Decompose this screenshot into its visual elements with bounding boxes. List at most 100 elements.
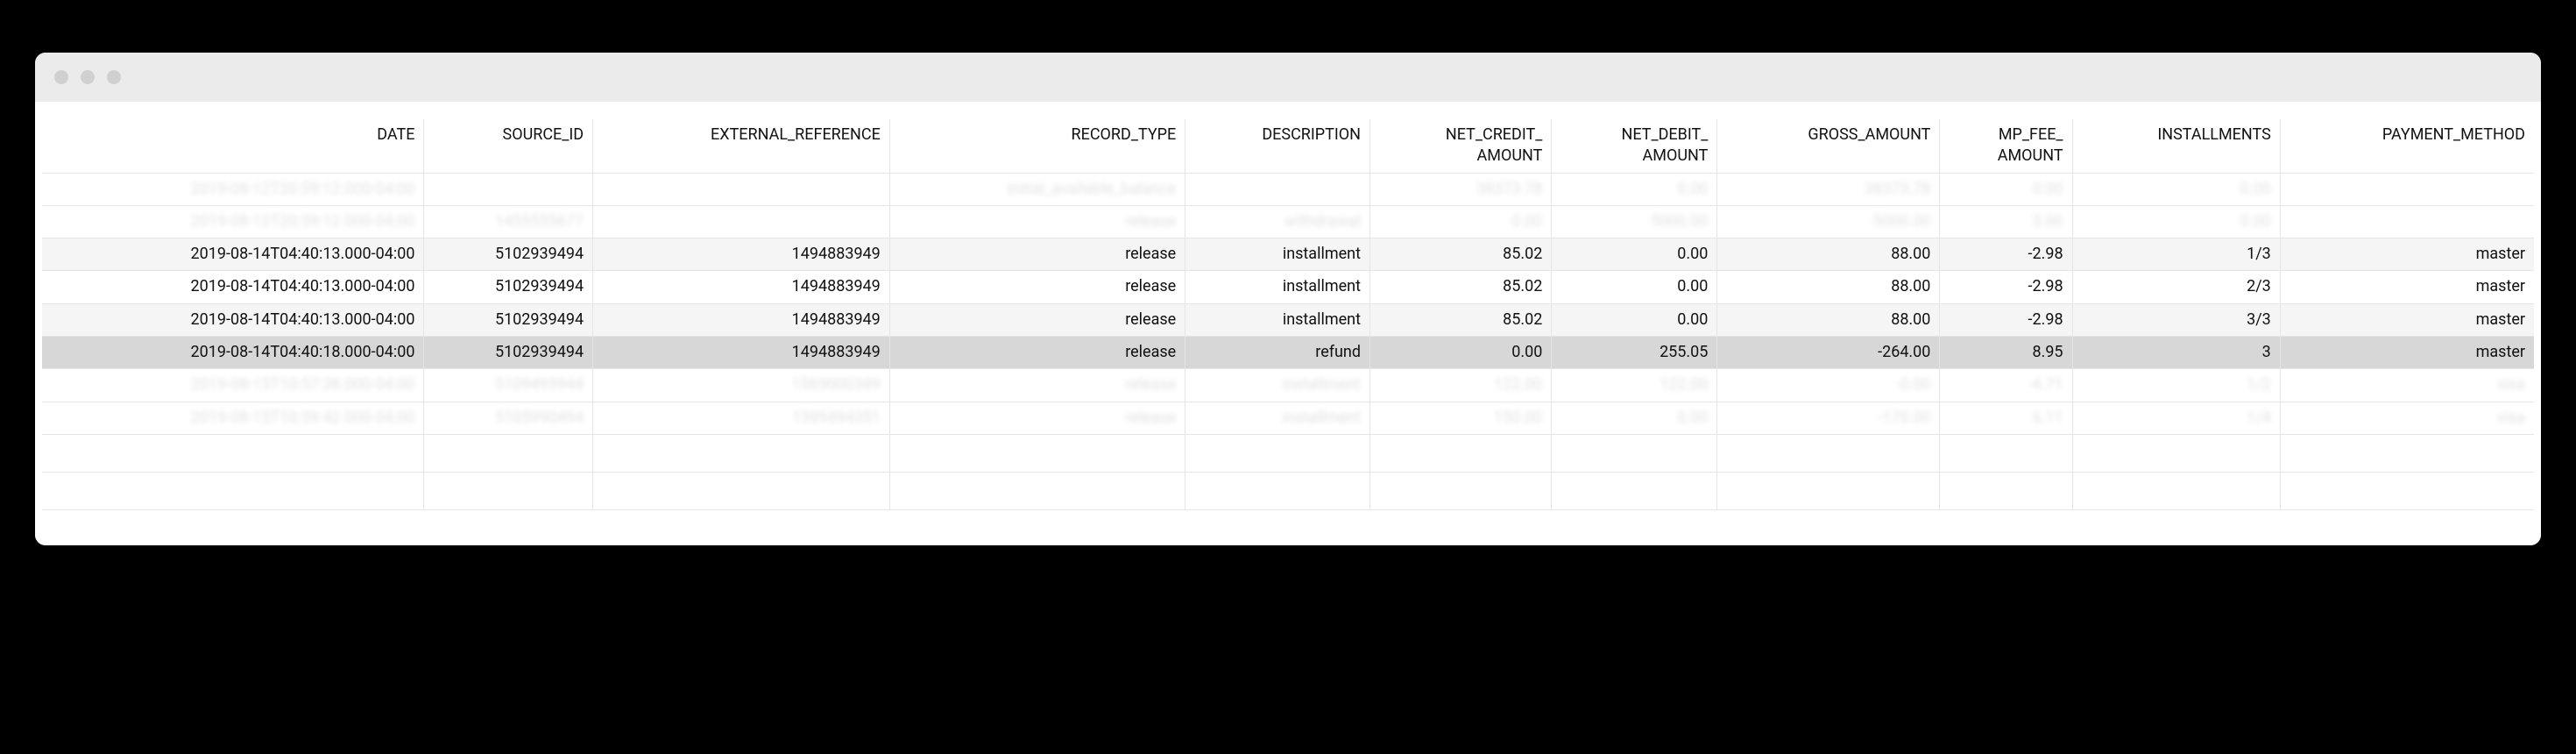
cell-net_debit_amount: 0.00 <box>1552 402 1717 434</box>
cell-installments: 0.00 <box>2072 173 2280 205</box>
cell-gross_amount: -170.00 <box>1717 402 1940 434</box>
cell-description: installment <box>1185 369 1370 402</box>
window-titlebar <box>35 53 2541 102</box>
minimize-icon[interactable] <box>81 70 95 84</box>
cell-net_debit_amount: 255.05 <box>1552 337 1717 369</box>
cell-net_credit_amount <box>1370 434 1552 472</box>
column-header-date: DATE <box>42 119 424 173</box>
column-header-label: NET_CREDIT_AMOUNT <box>1379 124 1542 167</box>
cell-external_reference: 1494883949 <box>593 271 890 303</box>
cell-record_type: release <box>889 369 1185 402</box>
cell-payment_method: master <box>2280 303 2534 336</box>
cell-source_id <box>424 173 593 205</box>
cell-gross_amount: -5000.00 <box>1717 205 1940 238</box>
cell-installments: 3/3 <box>2072 303 2280 336</box>
cell-external_reference: 1494883949 <box>593 238 890 271</box>
cell-description <box>1185 472 1370 509</box>
cell-description <box>1185 173 1370 205</box>
cell-source_id <box>424 434 593 472</box>
cell-payment_method: master <box>2280 238 2534 271</box>
cell-date: 2019-08-14T04:40:13.000-04:00 <box>42 238 424 271</box>
cell-payment_method <box>2280 434 2534 472</box>
cell-installments: 1/4 <box>2072 402 2280 434</box>
column-header-external_reference: EXTERNAL_REFERENCE <box>593 119 890 173</box>
cell-gross_amount: 88.00 <box>1717 303 1940 336</box>
cell-net_debit_amount: 0.00 <box>1552 303 1717 336</box>
cell-external_reference <box>593 173 890 205</box>
column-header-net_credit_amount: NET_CREDIT_AMOUNT <box>1370 119 1552 173</box>
column-header-label: PAYMENT_METHOD <box>2289 124 2525 146</box>
table-row: 2019-08-15T10:57:38.000-04:0051094939441… <box>42 369 2534 402</box>
cell-source_id <box>424 472 593 509</box>
cell-date: 2019-08-14T04:40:13.000-04:00 <box>42 271 424 303</box>
cell-installments: 1/2 <box>2072 369 2280 402</box>
cell-gross_amount: 88.00 <box>1717 238 1940 271</box>
cell-net_debit_amount: 5000.00 <box>1552 205 1717 238</box>
cell-mp_fee_amount: -4.71 <box>1940 369 2072 402</box>
cell-date: 2019-08-12T20:59:12.000-04:00 <box>42 173 424 205</box>
cell-mp_fee_amount: -2.98 <box>1940 271 2072 303</box>
table-row: 2019-08-14T04:40:18.000-04:0051029394941… <box>42 337 2534 369</box>
cell-gross_amount: 38373.78 <box>1717 173 1940 205</box>
window-controls[interactable] <box>54 70 121 84</box>
cell-installments: 3 <box>2072 337 2280 369</box>
cell-external_reference: 1494883949 <box>593 337 890 369</box>
cell-external_reference <box>593 472 890 509</box>
cell-net_credit_amount: 150.00 <box>1370 402 1552 434</box>
zoom-icon[interactable] <box>107 70 121 84</box>
cell-description: withdrawal <box>1185 205 1370 238</box>
cell-description: installment <box>1185 271 1370 303</box>
cell-payment_method: visa <box>2280 369 2534 402</box>
column-header-installments: INSTALLMENTS <box>2072 119 2280 173</box>
cell-payment_method <box>2280 205 2534 238</box>
cell-date: 2019-08-15T10:59:42.000-04:00 <box>42 402 424 434</box>
cell-gross_amount <box>1717 472 1940 509</box>
table-row: 2019-08-14T04:40:13.000-04:0051029394941… <box>42 303 2534 336</box>
cell-record_type <box>889 434 1185 472</box>
app-window: DATESOURCE_IDEXTERNAL_REFERENCERECORD_TY… <box>35 53 2541 545</box>
column-header-payment_method: PAYMENT_METHOD <box>2280 119 2534 173</box>
cell-net_debit_amount <box>1552 434 1717 472</box>
cell-net_debit_amount: 122.00 <box>1552 369 1717 402</box>
cell-installments: 1/3 <box>2072 238 2280 271</box>
cell-source_id: 5105990494 <box>424 402 593 434</box>
cell-source_id: 5102939494 <box>424 238 593 271</box>
cell-net_debit_amount <box>1552 472 1717 509</box>
column-header-label: EXTERNAL_REFERENCE <box>602 124 881 146</box>
cell-date <box>42 472 424 509</box>
cell-date: 2019-08-14T04:40:18.000-04:00 <box>42 337 424 369</box>
column-header-label: SOURCE_ID <box>433 124 584 146</box>
cell-date: 2019-08-12T20:59:12.000-04:00 <box>42 205 424 238</box>
cell-date: 2019-08-15T10:57:38.000-04:00 <box>42 369 424 402</box>
cell-mp_fee_amount: 6.11 <box>1940 402 2072 434</box>
table-row: 2019-08-14T04:40:13.000-04:0051029394941… <box>42 271 2534 303</box>
cell-description: installment <box>1185 303 1370 336</box>
cell-net_debit_amount: 0.00 <box>1552 238 1717 271</box>
table-row <box>42 472 2534 509</box>
table-row: 2019-08-12T20:59:12.000-04:00initial_ava… <box>42 173 2534 205</box>
cell-net_credit_amount: 122.00 <box>1370 369 1552 402</box>
cell-mp_fee_amount: 0.00 <box>1940 173 2072 205</box>
cell-date <box>42 434 424 472</box>
table-row: 2019-08-12T20:59:12.000-04:001455555677 r… <box>42 205 2534 238</box>
cell-record_type: release <box>889 303 1185 336</box>
column-header-mp_fee_amount: MP_FEE_AMOUNT <box>1940 119 2072 173</box>
column-header-description: DESCRIPTION <box>1185 119 1370 173</box>
cell-installments <box>2072 472 2280 509</box>
table-body: 2019-08-12T20:59:12.000-04:00initial_ava… <box>42 173 2534 509</box>
cell-mp_fee_amount: -2.98 <box>1940 238 2072 271</box>
cell-description: installment <box>1185 238 1370 271</box>
table-header: DATESOURCE_IDEXTERNAL_REFERENCERECORD_TY… <box>42 119 2534 173</box>
cell-net_credit_amount: 85.02 <box>1370 271 1552 303</box>
cell-source_id: 1455555677 <box>424 205 593 238</box>
close-icon[interactable] <box>54 70 68 84</box>
cell-net_credit_amount: 85.02 <box>1370 238 1552 271</box>
cell-installments <box>2072 434 2280 472</box>
cell-description: installment <box>1185 402 1370 434</box>
column-header-label: GROSS_AMOUNT <box>1726 124 1930 146</box>
cell-record_type: release <box>889 337 1185 369</box>
data-table: DATESOURCE_IDEXTERNAL_REFERENCERECORD_TY… <box>42 119 2534 510</box>
cell-gross_amount: 88.00 <box>1717 271 1940 303</box>
cell-record_type: release <box>889 205 1185 238</box>
table-container: DATESOURCE_IDEXTERNAL_REFERENCERECORD_TY… <box>35 102 2541 545</box>
